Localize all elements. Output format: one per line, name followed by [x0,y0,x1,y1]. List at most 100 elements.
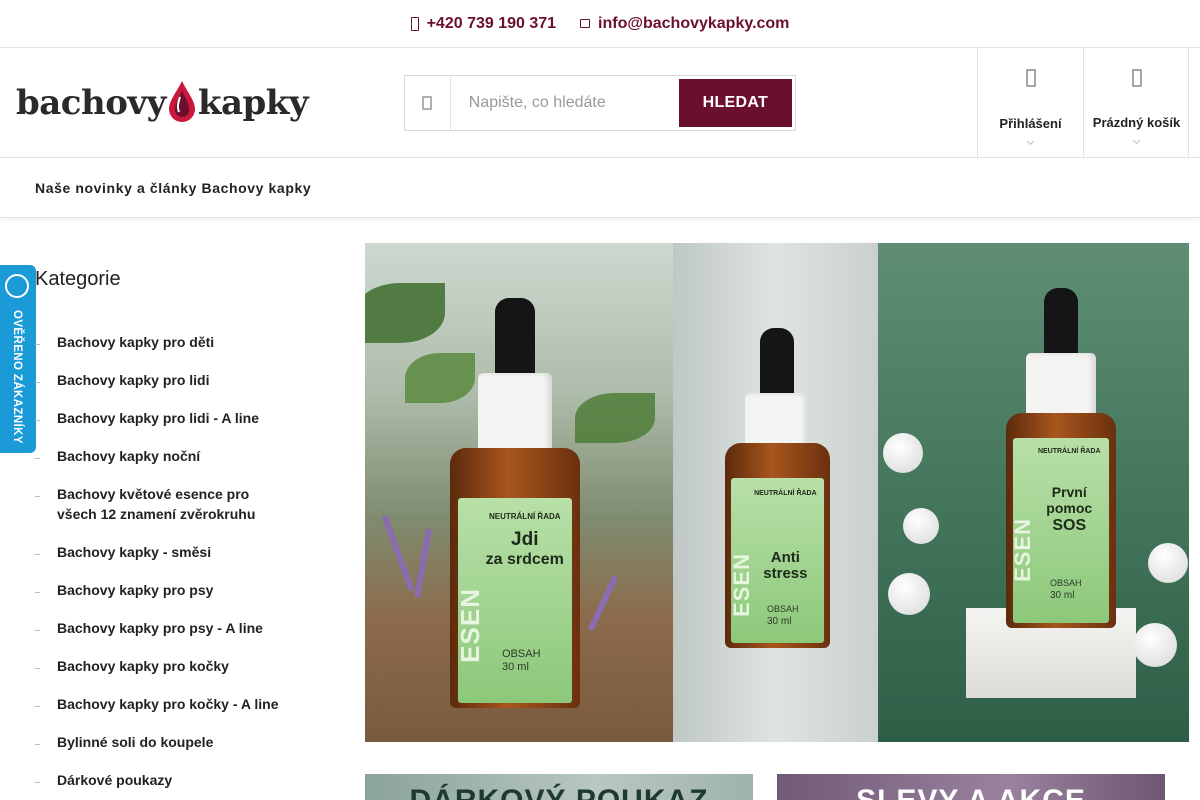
category-item[interactable]: Bachovy kapky pro kočky [35,656,325,694]
bullet-icon [35,782,40,783]
category-item[interactable]: Dárkové poukazy [35,770,325,800]
bottle-volume: 30 ml [502,661,529,673]
user-icon [1025,68,1036,88]
bullet-icon [35,420,40,421]
search-input[interactable] [450,76,676,130]
banner-panel-anti-stress: ESEN NEUTRÁLNÍ ŘADA Anti stress OBSAH 30… [673,243,878,742]
bottle-volume-label: OBSAH [502,648,541,660]
nav-link-articles[interactable]: Naše novinky a články Bachovy kapky [35,180,311,196]
bottle-name-line1: Jdi [511,529,539,550]
promo-sales[interactable]: SLEVY A AKCE [777,774,1165,800]
category-item[interactable]: Bachovy kapky pro děti [35,332,325,370]
category-label: Bachovy kapky pro psy [57,582,214,598]
cotton-decoration [888,573,930,615]
bottle-name-line1: První [1051,484,1087,500]
product-bottle: ESEN NEUTRÁLNÍ ŘADA První pomoc SOS OBSA… [1006,288,1116,628]
bullet-icon [35,592,40,593]
category-label: Dárkové poukazy [57,772,173,788]
bullet-icon [35,744,40,745]
bullet-icon [35,458,40,459]
lavender-decoration [587,574,619,632]
bullet-icon [35,496,40,497]
bottle-name-line1: Anti [770,549,800,566]
cart-label: Prázdný košík [1092,115,1181,130]
contact-bar: +420 739 190 371 info@bachovykapky.com [0,0,1200,48]
email-address: info@bachovykapky.com [598,14,790,32]
product-bottle: ESEN NEUTRÁLNÍ ŘADA Jdi za srdcem OBSAH … [450,298,580,708]
sidebar-title: Kategorie [35,268,121,290]
promo-voucher-title: DÁRKOVÝ POUKAZ [409,784,708,800]
login-button[interactable]: Přihlášení [977,48,1083,157]
phone-icon [410,16,419,31]
promo-sales-title: SLEVY A AKCE [856,784,1086,800]
category-item[interactable]: Bachovy kapky pro psy - A line [35,618,325,656]
drop-icon [168,79,196,123]
banner-panel-prvni-pomoc: ESEN NEUTRÁLNÍ ŘADA První pomoc SOS OBSA… [878,243,1189,742]
bottle-volume: 30 ml [767,616,792,627]
hero-banner[interactable]: ESEN NEUTRÁLNÍ ŘADA Jdi za srdcem OBSAH … [365,243,1189,742]
category-label: Bylinné soli do koupele [57,734,214,750]
site-logo[interactable]: bachovy kapky [16,78,309,128]
leaf-decoration [365,283,445,343]
category-item[interactable]: Bachovy květové esence pro všech 12 znam… [35,484,325,542]
category-label: Bachovy kapky pro kočky - A line [57,696,279,712]
bottle-series: NEUTRÁLNÍ ŘADA [488,512,561,521]
phone-link[interactable]: +420 739 190 371 [410,14,557,33]
bullet-icon [35,344,40,345]
product-bottle: ESEN NEUTRÁLNÍ ŘADA Anti stress OBSAH 30… [725,328,830,648]
category-label: Bachovy kapky pro děti [57,334,215,350]
category-item[interactable]: Bachovy kapky pro lidi - A line [35,408,325,446]
category-label: Bachovy kapky pro lidi [57,372,210,388]
verified-customers-badge[interactable]: OVĚŘENO ZÁKAZNÍKY [0,265,36,453]
bottle-name-line3: SOS [1052,517,1087,534]
leaf-decoration [575,393,655,443]
cart-icon [1131,68,1142,88]
email-icon [580,19,591,28]
lavender-decoration [413,528,433,598]
verified-seal-icon [5,274,29,298]
search-icon [405,76,451,130]
email-link[interactable]: info@bachovykapky.com [580,15,789,33]
category-label: Bachovy kapky pro kočky [57,658,229,674]
category-item[interactable]: Bachovy kapky pro kočky - A line [35,694,325,732]
bottle-volume-label: OBSAH [767,604,799,614]
bullet-icon [35,554,40,555]
bottle-name-line2: pomoc [1046,500,1093,516]
cotton-decoration [903,508,939,544]
cotton-decoration [1133,623,1177,667]
category-item[interactable]: Bachovy kapky pro psy [35,580,325,618]
chevron-down-icon [1132,136,1141,145]
category-item[interactable]: Bachovy kapky - směsi [35,542,325,580]
chevron-down-icon [1026,137,1035,146]
bottle-volume-label: OBSAH [1050,578,1082,588]
bottle-name-line2: stress [763,565,808,582]
cart-button[interactable]: Prázdný košík [1083,48,1189,157]
category-item[interactable]: Bachovy kapky noční [35,446,325,484]
category-label: Bachovy kapky - směsi [57,544,212,560]
bullet-icon [35,668,40,669]
search-box: HLEDAT [404,75,796,131]
category-label: Bachovy kapky noční [57,448,201,464]
category-item[interactable]: Bylinné soli do koupele [35,732,325,770]
search-button[interactable]: HLEDAT [678,79,792,127]
phone-number: +420 739 190 371 [426,14,557,32]
logo-text-left: bachovy [16,83,166,123]
category-label: Bachovy kapky pro lidi - A line [57,410,260,426]
login-label: Přihlášení [999,116,1062,131]
cotton-decoration [1148,543,1188,583]
bottle-brand: ESEN [455,588,486,663]
bottle-name-line2: za srdcem [485,551,564,568]
category-sidebar: Kategorie Bachovy kapky pro děti Bachovy… [35,268,325,800]
site-header: bachovy kapky HLEDAT Přihlášení Prázdný … [0,48,1200,158]
badge-text: OVĚŘENO ZÁKAZNÍKY [11,310,23,444]
promo-gift-voucher[interactable]: DÁRKOVÝ POUKAZ [365,774,753,800]
header-divider [1188,48,1189,157]
category-item[interactable]: Bachovy kapky pro lidi [35,370,325,408]
lavender-decoration [381,514,415,592]
bullet-icon [35,630,40,631]
bottle-series: NEUTRÁLNÍ ŘADA [1037,448,1101,455]
cotton-decoration [883,433,923,473]
logo-text-right: kapky [197,83,309,123]
category-label: Bachovy kapky pro psy - A line [57,620,263,636]
banner-panel-jdi-za-srdcem: ESEN NEUTRÁLNÍ ŘADA Jdi za srdcem OBSAH … [365,243,673,742]
